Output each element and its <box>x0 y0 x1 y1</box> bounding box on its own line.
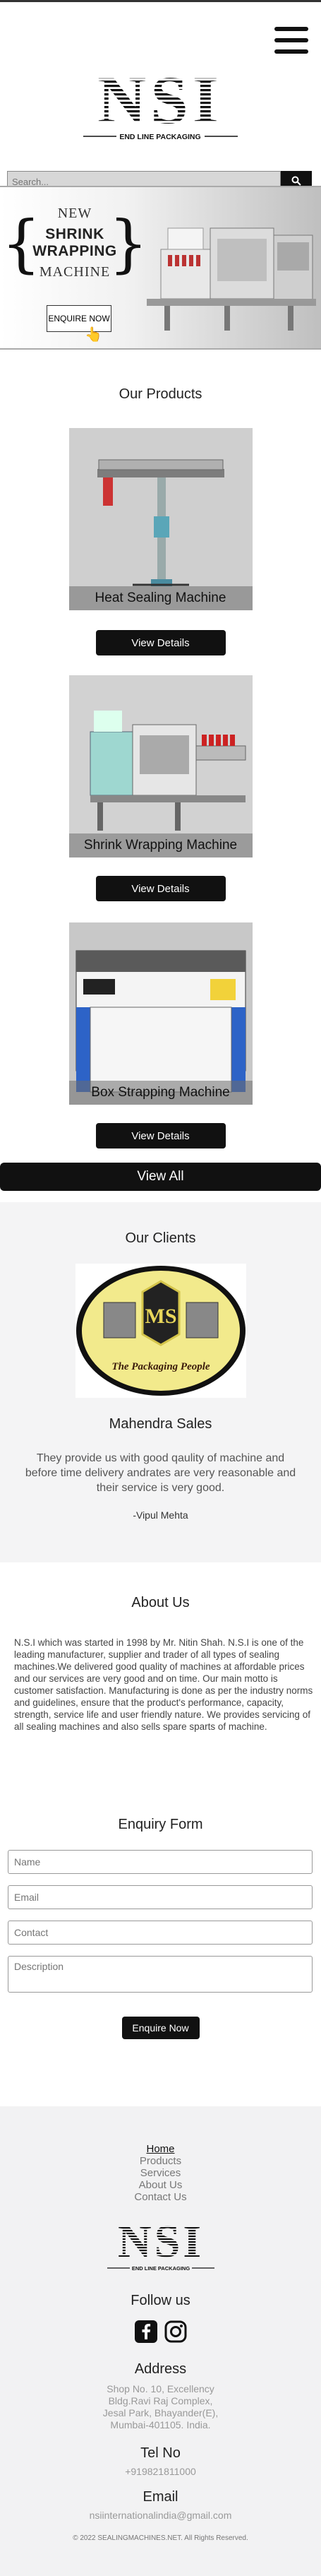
brace-left: { <box>1 207 41 280</box>
description-field[interactable] <box>8 1956 313 1993</box>
search-icon <box>291 176 301 186</box>
product-name: Box Strapping Machine <box>68 1081 253 1105</box>
client-logo: MS The Packaging People <box>75 1264 246 1398</box>
tel-number[interactable]: +919821811000 <box>0 2466 321 2478</box>
shrink-wrapping-machine-illustration <box>68 675 253 857</box>
footer-link-about[interactable]: About Us <box>0 2179 321 2191</box>
heat-sealing-machine-illustration <box>68 428 253 610</box>
email-address[interactable]: nsiinternationalindia@gmail.com <box>0 2510 321 2522</box>
about-text: N.S.I which was started in 1998 by Mr. N… <box>14 1637 313 1732</box>
tel-title: Tel No <box>140 2445 181 2461</box>
product-card: Heat Sealing Machine View Details <box>68 428 253 655</box>
address-line: Mumbai-401105. India. <box>110 2419 211 2430</box>
instagram-icon[interactable] <box>164 2320 187 2343</box>
footer-logo-letters: NSI <box>117 2219 203 2267</box>
footer-link-home[interactable]: Home <box>0 2143 321 2155</box>
site-footer: Home Products Services About Us Contact … <box>0 2106 321 2576</box>
clients-section: Our Clients MS The Packaging People Mahe… <box>0 1202 321 1562</box>
footer-logo-tagline: END LINE PACKAGING <box>131 2265 190 2272</box>
client-name: Mahendra Sales <box>109 1416 212 1432</box>
address-line: Jesal Park, Bhayander(E), <box>102 2407 219 2418</box>
email-title: Email <box>143 2489 178 2505</box>
social-links <box>0 2320 321 2343</box>
svg-text:MS: MS <box>145 1305 176 1328</box>
address-title: Address <box>134 2361 187 2377</box>
box-strapping-machine-illustration <box>68 922 253 1105</box>
logo-tagline: END LINE PACKAGING <box>119 133 200 141</box>
nsi-logo: NSI END LINE PACKAGING <box>83 72 238 141</box>
client-testimonial: They provide us with good qaulity of mac… <box>25 1452 296 1494</box>
footer-link-contact[interactable]: Contact Us <box>0 2191 321 2203</box>
copyright-text: © 2022 SEALINGMACHINES.NET. All Rights R… <box>73 2534 248 2542</box>
address-line: Shop No. 10, Excellency <box>107 2383 214 2394</box>
products-title: Our Products <box>119 386 202 402</box>
product-name: Shrink Wrapping Machine <box>68 833 253 857</box>
pointer-cursor-icon: 👆 <box>85 327 102 343</box>
about-section: About Us N.S.I which was started in 1998… <box>0 1562 321 1817</box>
address-block: Shop No. 10, Excellency Bldg.Ravi Raj Co… <box>0 2383 321 2431</box>
product-card: Shrink Wrapping Machine View Details <box>68 675 253 901</box>
footer-link-products[interactable]: Products <box>0 2155 321 2167</box>
name-field[interactable] <box>8 1850 313 1874</box>
view-details-button[interactable]: View Details <box>95 876 226 901</box>
client-logo-text: The Packaging People <box>111 1361 210 1372</box>
facebook-icon[interactable] <box>134 2320 157 2343</box>
address-line: Bldg.Ravi Raj Complex, <box>108 2395 213 2406</box>
about-title: About Us <box>131 1595 190 1610</box>
product-image-shrink-wrapping: Shrink Wrapping Machine <box>68 675 253 857</box>
products-section: Our Products Heat Sealing Machine View D… <box>0 350 321 1191</box>
clients-title: Our Clients <box>125 1230 196 1246</box>
view-details-button[interactable]: View Details <box>95 1123 226 1148</box>
enquiry-title: Enquiry Form <box>118 1817 203 1832</box>
footer-nsi-logo: NSI END LINE PACKAGING <box>107 2216 214 2272</box>
product-card: Box Strapping Machine View Details <box>68 922 253 1148</box>
email-field[interactable] <box>8 1885 313 1909</box>
product-name: Heat Sealing Machine <box>68 586 253 610</box>
hero-banner: { } NEW SHRINK WRAPPING MACHINE ENQUIRE … <box>0 186 321 350</box>
view-details-button[interactable]: View Details <box>95 630 226 655</box>
footer-nav: Home Products Services About Us Contact … <box>0 2143 321 2203</box>
testimonial-author: -Vipul Mehta <box>133 1509 188 1521</box>
hamburger-menu-icon[interactable] <box>274 27 308 54</box>
brace-right: } <box>109 207 148 280</box>
enquire-now-button[interactable]: Enquire Now <box>121 2017 200 2039</box>
top-border <box>0 0 321 7</box>
product-image-heat-sealing: Heat Sealing Machine <box>68 428 253 610</box>
enquiry-section: Enquiry Form Enquire Now <box>0 1817 321 2106</box>
follow-title: Follow us <box>131 2293 190 2308</box>
contact-field[interactable] <box>8 1921 313 1945</box>
view-all-button[interactable]: View All <box>0 1163 321 1191</box>
banner-headline: { } NEW SHRINK WRAPPING MACHINE <box>1 206 148 280</box>
product-image-box-strapping: Box Strapping Machine <box>68 922 253 1105</box>
shrink-wrapping-machine-image <box>147 227 316 331</box>
logo-letters: NSI <box>97 72 223 138</box>
site-header: NSI END LINE PACKAGING <box>0 7 321 192</box>
footer-link-services[interactable]: Services <box>0 2167 321 2179</box>
